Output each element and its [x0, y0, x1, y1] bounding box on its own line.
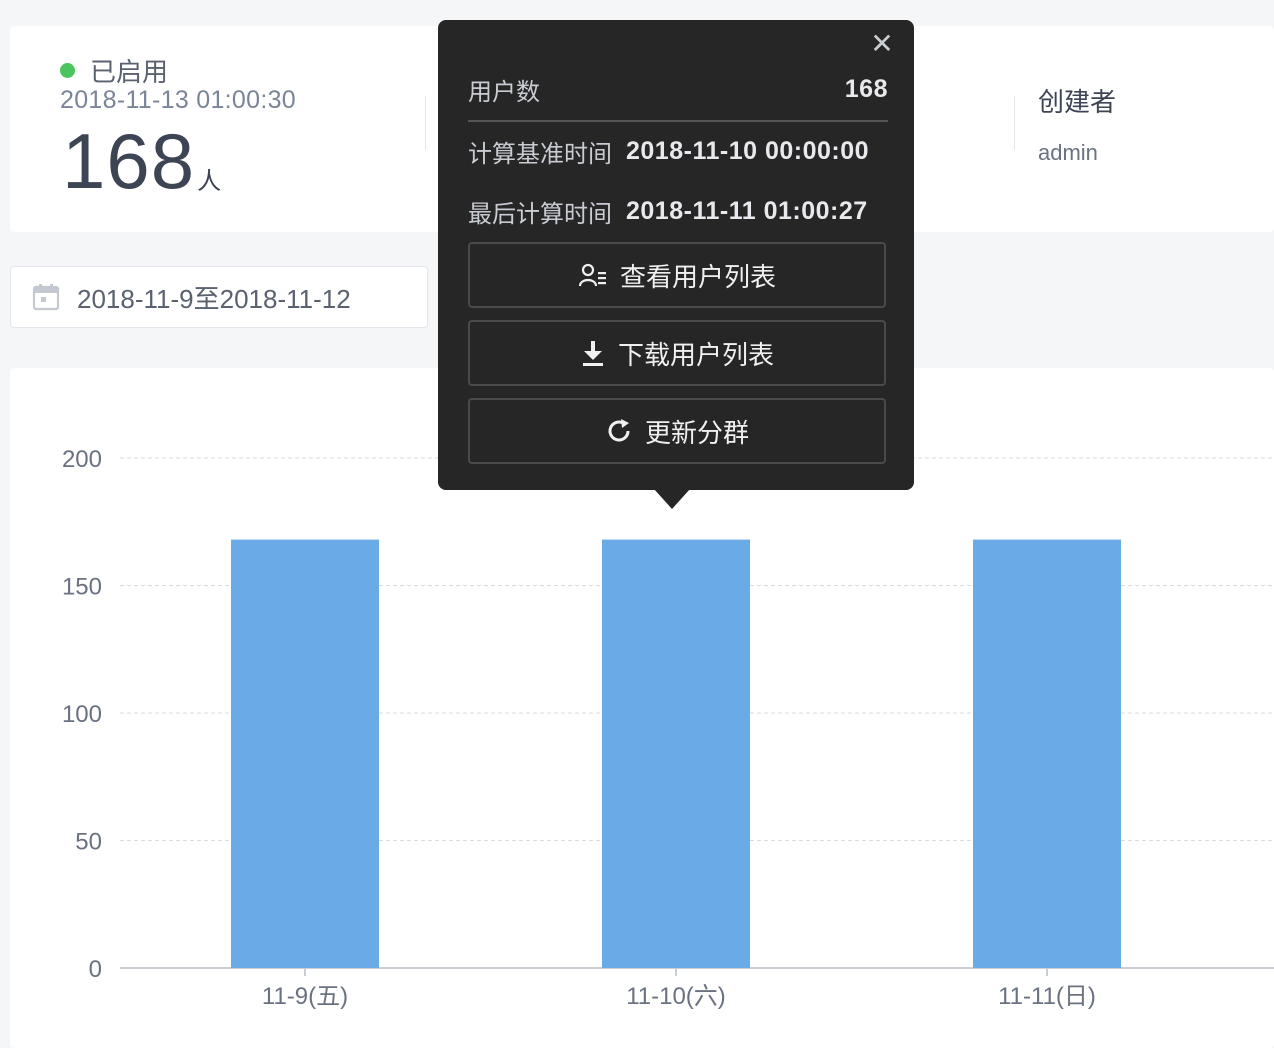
refresh-segment-button[interactable]: 更新分群	[468, 398, 886, 464]
bar	[231, 539, 379, 968]
update-timestamp: 2018-11-13 01:00:30	[60, 86, 296, 114]
popover-value: 2018-11-11 01:00:27	[626, 197, 868, 225]
date-range-value: 2018-11-9至2018-11-12	[77, 283, 351, 314]
y-tick-label: 100	[62, 701, 102, 728]
user-count-value: 168	[62, 117, 196, 205]
popover-value: 168	[844, 75, 888, 103]
calendar-icon	[32, 284, 60, 311]
popover-label: 用户数	[468, 79, 540, 106]
y-tick-label: 200	[62, 446, 102, 473]
status: 已启用	[60, 52, 168, 89]
date-range-picker[interactable]: 2018-11-9至2018-11-12	[10, 266, 428, 328]
button-label: 下载用户列表	[617, 339, 774, 370]
popover-arrow	[654, 489, 690, 509]
x-tick-label: 11-10(六)	[626, 983, 726, 1010]
popover-divider	[468, 120, 888, 122]
divider	[1014, 96, 1015, 150]
x-tick-label: 11-9(五)	[262, 983, 348, 1010]
user-count-unit: 人	[197, 168, 222, 195]
popover-label: 最后计算时间	[468, 201, 612, 228]
refresh-icon	[608, 419, 630, 442]
y-tick-label: 0	[89, 956, 102, 983]
download-user-list-button[interactable]: 下载用户列表	[468, 320, 886, 386]
creator-label: 创建者	[1038, 87, 1117, 117]
status-dot-icon	[60, 63, 75, 78]
popover-row-base-time: 计算基准时间 2018-11-10 00:00:00	[468, 134, 869, 169]
creator-value: admin	[1038, 140, 1098, 165]
status-label: 已启用	[90, 57, 169, 87]
bar	[973, 539, 1121, 968]
user-list-icon	[578, 263, 606, 287]
popover-row-last-time: 最后计算时间 2018-11-11 01:00:27	[468, 194, 868, 229]
popover-label: 计算基准时间	[468, 141, 612, 168]
x-tick-label: 11-11(日)	[998, 983, 1096, 1010]
user-count: 168 人	[62, 122, 221, 200]
y-tick-label: 50	[75, 829, 102, 856]
view-user-list-button[interactable]: 查看用户列表	[468, 242, 886, 308]
close-icon[interactable]: ✕	[868, 30, 896, 58]
button-label: 更新分群	[644, 417, 749, 448]
download-icon	[582, 341, 603, 366]
bar-detail-popover: ✕ 用户数 168 计算基准时间 2018-11-10 00:00:00 最后计…	[438, 20, 914, 490]
popover-row-user-count: 用户数 168	[468, 72, 888, 107]
button-label: 查看用户列表	[619, 261, 776, 292]
popover-value: 2018-11-10 00:00:00	[626, 137, 870, 165]
divider	[425, 96, 426, 150]
y-tick-label: 150	[62, 574, 102, 601]
bar	[602, 539, 750, 968]
